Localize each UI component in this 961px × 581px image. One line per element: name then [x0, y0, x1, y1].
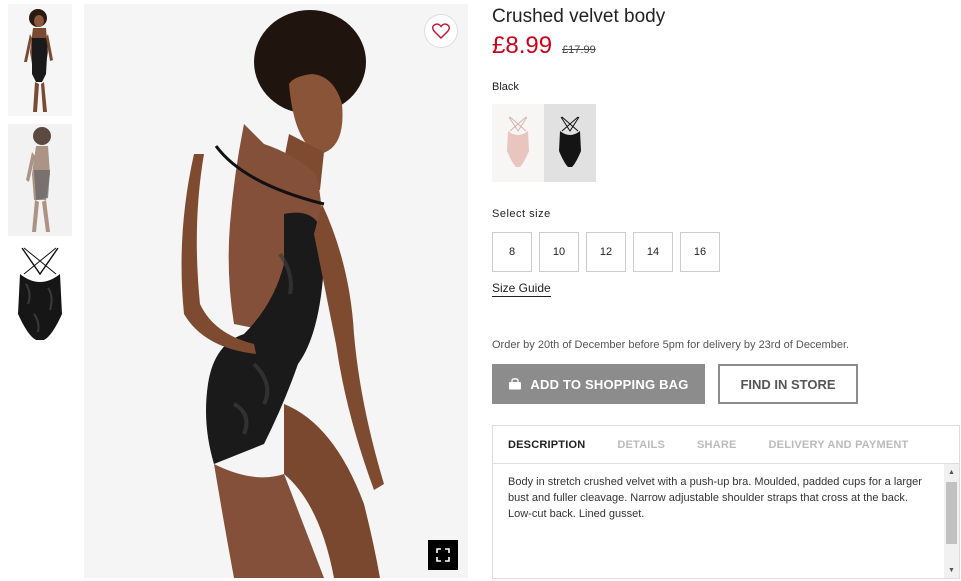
- tab-share[interactable]: SHARE: [697, 439, 737, 451]
- heart-icon: [432, 23, 450, 39]
- current-price: £8.99: [492, 32, 553, 59]
- old-price: £17.99: [562, 44, 596, 56]
- scroll-up-arrow-icon[interactable]: ▲: [944, 466, 959, 478]
- size-guide-link[interactable]: Size Guide: [492, 281, 551, 297]
- price-row: £8.99 £17.99: [492, 32, 960, 60]
- product-title: Crushed velvet body: [492, 6, 666, 27]
- size-button-14[interactable]: 14: [633, 232, 673, 272]
- add-to-bag-label: ADD TO SHOPPING BAG: [530, 376, 689, 392]
- delivery-note: Order by 20th of December before 5pm for…: [492, 339, 850, 351]
- scroll-thumb[interactable]: [946, 482, 957, 544]
- add-to-bag-button[interactable]: ADD TO SHOPPING BAG: [492, 364, 705, 404]
- tab-bar: DESCRIPTION DETAILS SHARE DELIVERY AND P…: [493, 426, 959, 464]
- tab-description[interactable]: DESCRIPTION: [508, 439, 585, 451]
- swatch-light-pink[interactable]: [492, 104, 544, 182]
- product-tabs: DESCRIPTION DETAILS SHARE DELIVERY AND P…: [492, 425, 960, 579]
- size-button-16[interactable]: 16: [680, 232, 720, 272]
- scroll-down-arrow-icon[interactable]: ▼: [944, 564, 959, 576]
- description-scrollbar[interactable]: ▲ ▼: [944, 464, 959, 578]
- shopping-bag-icon: [509, 378, 522, 390]
- expand-icon: [436, 548, 450, 562]
- tab-details[interactable]: DETAILS: [617, 439, 665, 451]
- select-size-label: Select size: [492, 208, 551, 220]
- product-info: Crushed velvet body £8.99 £17.99 Black S…: [492, 6, 960, 579]
- thumbnail-back[interactable]: [8, 124, 72, 236]
- thumbnail-front[interactable]: [8, 4, 72, 116]
- size-button-10[interactable]: 10: [539, 232, 579, 272]
- description-text: Body in stretch crushed velvet with a pu…: [508, 476, 922, 520]
- size-button-8[interactable]: 8: [492, 232, 532, 272]
- size-options: 8 10 12 14 16: [492, 232, 727, 272]
- model-photo: [84, 4, 468, 578]
- thumbnail-list: [8, 4, 72, 364]
- swatch-black[interactable]: [544, 104, 596, 182]
- find-in-store-button[interactable]: FIND IN STORE: [718, 364, 858, 404]
- favourite-button[interactable]: [424, 14, 458, 48]
- main-product-image: [84, 4, 468, 578]
- selected-color-label: Black: [492, 81, 519, 93]
- thumbnail-product[interactable]: [8, 244, 72, 356]
- color-swatches: [492, 104, 596, 182]
- tab-delivery-payment[interactable]: DELIVERY AND PAYMENT: [769, 439, 909, 451]
- size-button-12[interactable]: 12: [586, 232, 626, 272]
- zoom-button[interactable]: [428, 540, 458, 570]
